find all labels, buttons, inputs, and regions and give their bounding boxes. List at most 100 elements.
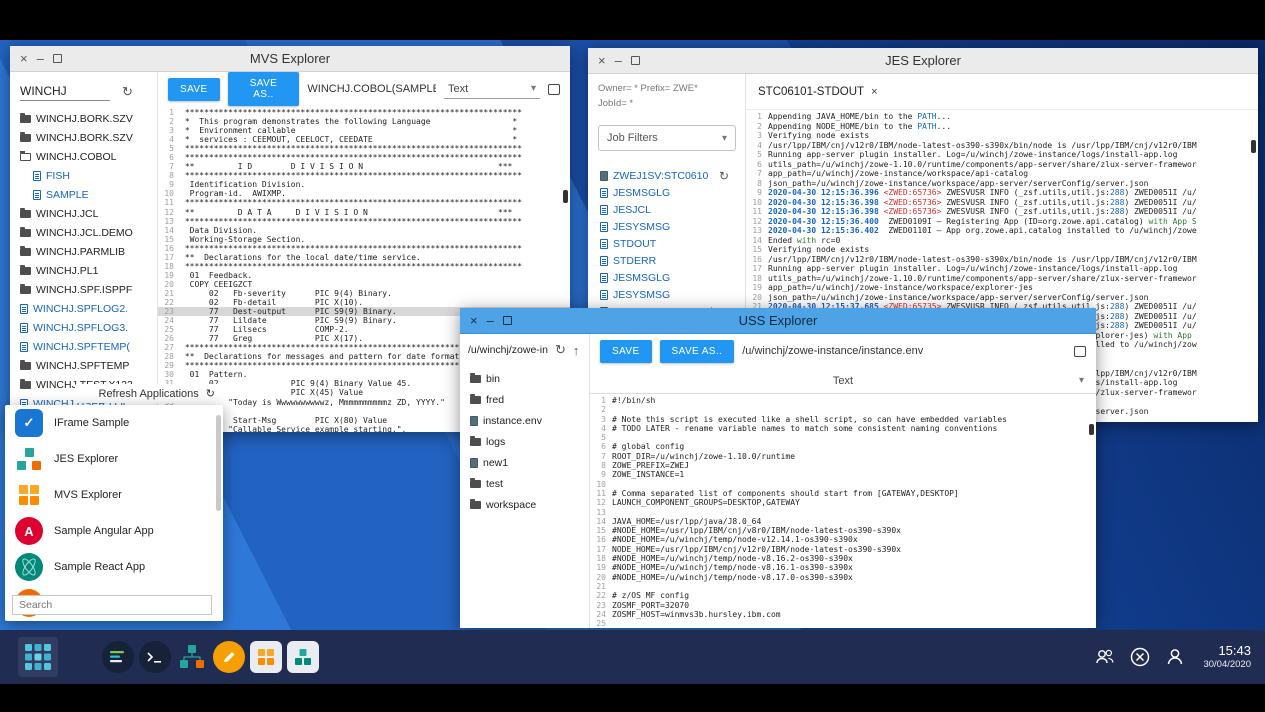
- jes-explorer-taskbar-icon[interactable]: [176, 641, 208, 673]
- save-as-button[interactable]: SAVE AS..: [228, 72, 300, 106]
- uss-code-editor[interactable]: 1#!/bin/sh23# Note this script is execut…: [590, 394, 1096, 628]
- code-line: 4/usr/lpp/IBM/cnj/v12r0/IBM/node-latest-…: [746, 141, 1258, 151]
- scrollbar-thumb[interactable]: [216, 415, 221, 511]
- tree-item-winchj-spf-isppf[interactable]: WINCHJ.SPF.ISPPF: [18, 280, 157, 299]
- code-text: * services : CEEMOUT, CEELOCT, CEEDATE *: [180, 135, 517, 144]
- close-icon[interactable]: ×: [20, 52, 28, 65]
- tree-item-winchj-pl1[interactable]: WINCHJ.PL1: [18, 261, 157, 280]
- save-as-button[interactable]: SAVE AS..: [660, 340, 735, 363]
- tree-item-stdout[interactable]: STDOUT: [598, 235, 739, 252]
- tree-item-sample[interactable]: SAMPLE: [18, 185, 157, 204]
- scrollbar-thumb[interactable]: [563, 190, 568, 203]
- scrollbar-thumb[interactable]: [1251, 140, 1256, 153]
- code-text: 77 Dest-output PIC S9(9) Binary.: [180, 307, 397, 316]
- tree-item-jesmsglg[interactable]: JESMSGLG: [598, 269, 739, 286]
- users-icon[interactable]: [1094, 646, 1116, 668]
- code-line: 23ZOSMF_PORT=32070: [590, 601, 1096, 610]
- close-icon[interactable]: ×: [598, 54, 606, 67]
- tree-item-fred[interactable]: fred: [468, 389, 589, 410]
- maximize-icon[interactable]: [503, 316, 512, 325]
- tree-item-winchj-cobol[interactable]: WINCHJ.COBOL: [18, 147, 157, 166]
- line-number: 25: [158, 325, 180, 334]
- editor-taskbar-icon[interactable]: [213, 641, 245, 673]
- syntax-mode-select[interactable]: Text ▾: [444, 80, 540, 99]
- tree-item-winchj-bork-szv[interactable]: WINCHJ.BORK.SZV: [18, 128, 157, 147]
- terminal-lines-icon: [110, 650, 126, 664]
- tree-item-stderr[interactable]: STDERR: [598, 252, 739, 269]
- code-line: 132020-04-30 12:15:36.402 ZWED0110I – Ap…: [746, 226, 1258, 236]
- code-line: 14JAVA_HOME=/usr/lpp/java/J8.0_64: [590, 517, 1096, 526]
- tn3270-terminal-icon[interactable]: [102, 641, 134, 673]
- close-icon[interactable]: ×: [470, 314, 478, 327]
- save-button[interactable]: SAVE: [600, 340, 652, 363]
- line-number: 24: [158, 316, 180, 325]
- app-search-input[interactable]: [12, 595, 212, 615]
- user-icon[interactable]: [1164, 646, 1186, 668]
- tree-item-winchj-spftemp[interactable]: WINCHJ.SPFTEMP: [18, 356, 157, 375]
- scrollbar-thumb[interactable]: [1089, 424, 1094, 435]
- tree-item-workspace[interactable]: workspace: [468, 494, 589, 515]
- code-line: 122020-04-30 12:15:36.400 ZWED0109I – Re…: [746, 217, 1258, 227]
- app-menu-item-mvs-explorer[interactable]: MVS Explorer: [5, 477, 223, 513]
- tree-item-new1[interactable]: new1: [468, 452, 589, 473]
- minimize-icon[interactable]: –: [487, 314, 494, 327]
- tree-item-winchj-parmlib[interactable]: WINCHJ.PARMLIB: [18, 242, 157, 261]
- tree-item-winchj-jcl[interactable]: WINCHJ.JCL: [18, 204, 157, 223]
- app-menu-item-iframe-sample[interactable]: ✓IFrame Sample: [5, 405, 223, 441]
- tree-item-winchj-spflog3[interactable]: WINCHJ.SPFLOG3.: [18, 318, 157, 337]
- code-line: 102020-04-30 12:15:36.398 <ZWED:65736> Z…: [746, 198, 1258, 208]
- mvs-explorer-taskbar-icon[interactable]: [250, 641, 282, 673]
- line-number: 26: [158, 334, 180, 343]
- line-number: 16: [158, 244, 180, 253]
- uss-explorer-taskbar-icon[interactable]: [287, 641, 319, 673]
- tree-item-fish[interactable]: FISH: [18, 166, 157, 185]
- refresh-icon[interactable]: ↻: [122, 84, 133, 100]
- minimize-icon[interactable]: –: [615, 54, 622, 67]
- maximize-icon[interactable]: [631, 56, 640, 65]
- uss-titlebar[interactable]: × – USS Explorer: [460, 308, 1096, 334]
- tab-label: STC06101-STDOUT: [758, 86, 864, 98]
- save-button[interactable]: SAVE: [168, 78, 220, 101]
- up-directory-icon[interactable]: ↑: [573, 343, 580, 358]
- refresh-applications-button[interactable]: Refresh Applications ↻: [75, 384, 223, 403]
- app-launcher-button[interactable]: [18, 637, 58, 677]
- open-in-window-icon[interactable]: [1074, 346, 1086, 357]
- tab-stc06101-stdout[interactable]: STC06101-STDOUT ×: [758, 86, 878, 98]
- tree-item-jesysmsg[interactable]: JESYSMSG: [598, 218, 739, 235]
- open-in-window-icon[interactable]: [548, 84, 560, 95]
- tree-item-logs[interactable]: logs: [468, 431, 589, 452]
- code-line: 17 ** Declarations for the local date/ti…: [158, 253, 570, 262]
- minimize-icon[interactable]: –: [37, 52, 44, 65]
- tab-close-icon[interactable]: ×: [871, 86, 877, 98]
- refresh-icon[interactable]: ↻: [719, 169, 729, 183]
- close-session-icon[interactable]: [1129, 646, 1151, 668]
- doc-blue-icon: [33, 190, 41, 200]
- syntax-mode-select[interactable]: Text ▾: [590, 368, 1096, 394]
- app-menu-item-sample-angular-app[interactable]: ASample Angular App: [5, 513, 223, 549]
- maximize-icon[interactable]: [53, 54, 62, 63]
- folder-icon: [20, 267, 31, 275]
- tree-item-winchj-bork-szv[interactable]: WINCHJ.BORK.SZV: [18, 109, 157, 128]
- tree-item-jesjcl[interactable]: JESJCL: [598, 201, 739, 218]
- code-line: 3 * Environment callable *: [158, 126, 570, 135]
- vt-terminal-icon[interactable]: [139, 641, 171, 673]
- tree-item-winchj-jcl-demo[interactable]: WINCHJ.JCL.DEMO: [18, 223, 157, 242]
- tree-item-bin[interactable]: bin: [468, 368, 589, 389]
- tree-item-label: WINCHJ.SPFLOG3.: [33, 322, 128, 334]
- tree-item-jesysmsg[interactable]: JESYSMSG: [598, 286, 739, 303]
- code-text: Appending JAVA_HOME/bin to the PATH...: [768, 112, 951, 122]
- tree-item-zwej1sv-stc0610[interactable]: ZWEJ1SV:STC0610↻: [598, 167, 739, 184]
- app-menu-item-jes-explorer[interactable]: JES Explorer: [5, 441, 223, 477]
- dataset-qualifier-input[interactable]: [20, 82, 110, 101]
- tree-item-winchj-spftemp[interactable]: WINCHJ.SPFTEMP(: [18, 337, 157, 356]
- tree-item-winchj-spflog2[interactable]: WINCHJ.SPFLOG2.: [18, 299, 157, 318]
- job-filters-dropdown[interactable]: Job Filters ▾: [598, 125, 736, 151]
- tree-item-instance-env[interactable]: instance.env: [468, 410, 589, 431]
- tree-item-label: logs: [486, 436, 505, 448]
- mvs-titlebar[interactable]: × – MVS Explorer: [10, 46, 570, 72]
- jes-titlebar[interactable]: × – JES Explorer: [588, 48, 1258, 74]
- refresh-icon[interactable]: ↻: [555, 342, 566, 358]
- tree-item-test[interactable]: test: [468, 473, 589, 494]
- tree-item-jesmsglg[interactable]: JESMSGLG: [598, 184, 739, 201]
- app-menu-item-sample-react-app[interactable]: Sample React App: [5, 549, 223, 585]
